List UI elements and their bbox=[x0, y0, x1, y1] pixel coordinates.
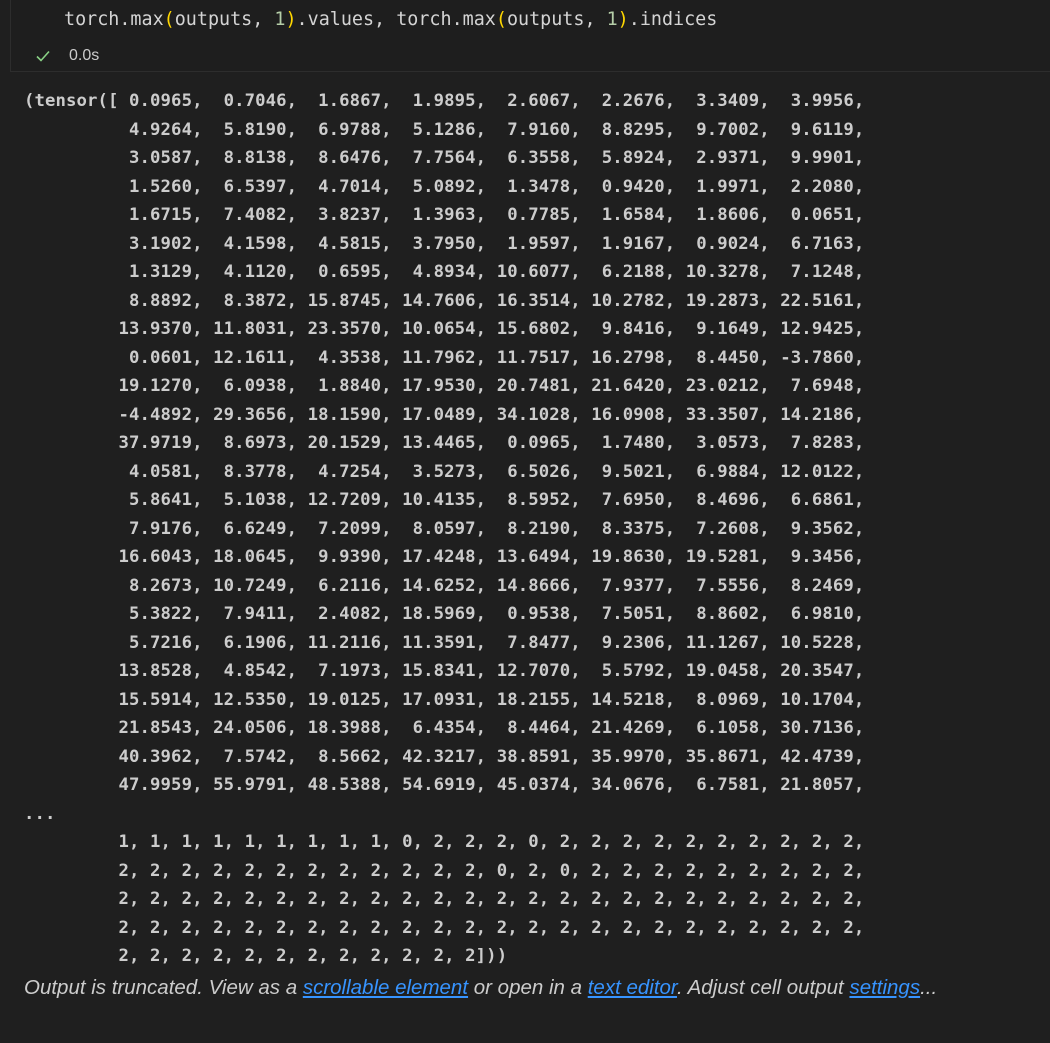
code-arg-outputs-2: outputs, bbox=[506, 9, 607, 30]
code-paren-open-1: ( bbox=[163, 9, 175, 30]
code-line[interactable]: torch.max(outputs, 1).values, torch.max(… bbox=[64, 8, 717, 32]
code-fn-max-2: torch.max bbox=[396, 9, 496, 30]
code-attr-indices: .indices bbox=[628, 9, 718, 30]
truncation-middle: or open in a bbox=[468, 976, 588, 999]
execution-time: 0.0s bbox=[69, 47, 100, 64]
truncation-suffix: . Adjust cell output bbox=[676, 976, 850, 999]
truncation-notice: Output is truncated. View as a scrollabl… bbox=[24, 976, 937, 1000]
scrollable-element-link[interactable]: scrollable element bbox=[303, 976, 468, 999]
code-attr-values: .values, bbox=[296, 9, 397, 30]
code-arg-outputs-1: outputs, bbox=[174, 9, 275, 30]
code-dim-2: 1 bbox=[606, 9, 618, 30]
code-paren-close-1: ) bbox=[285, 9, 297, 30]
execution-status: 0.0s bbox=[35, 44, 99, 68]
check-icon bbox=[35, 48, 51, 64]
code-fn-max-1: torch.max bbox=[64, 9, 164, 30]
truncation-ellipsis: ... bbox=[920, 976, 938, 999]
code-paren-close-2: ) bbox=[617, 9, 629, 30]
code-dim-1: 1 bbox=[274, 9, 286, 30]
code-cell-input[interactable]: torch.max(outputs, 1).values, torch.max(… bbox=[10, 0, 1050, 72]
code-paren-open-2: ( bbox=[495, 9, 507, 30]
truncation-prefix: Output is truncated. View as a bbox=[24, 976, 303, 999]
text-editor-link[interactable]: text editor bbox=[588, 976, 677, 999]
settings-link[interactable]: settings bbox=[849, 976, 920, 999]
cell-output: (tensor([ 0.0965, 0.7046, 1.6867, 1.9895… bbox=[24, 91, 865, 966]
